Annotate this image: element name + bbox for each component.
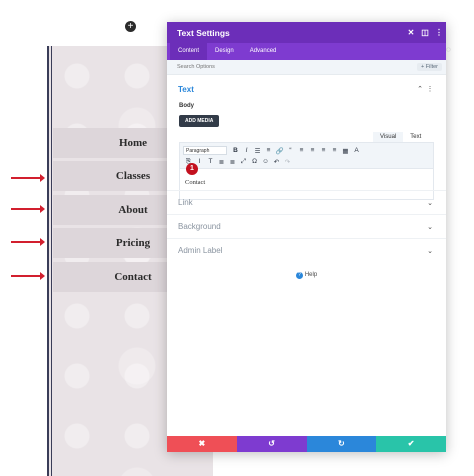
editor-mode-tabs: Visual Text (373, 132, 428, 142)
align-right-icon[interactable]: ≡ (318, 147, 329, 154)
panel-footer: ✖ ↺ ↻ ✔ (167, 436, 446, 452)
filter-button[interactable]: + Filter (417, 63, 442, 71)
format-select[interactable]: Paragraph (183, 146, 227, 155)
search-input[interactable] (177, 64, 418, 70)
text-settings-panel: Text Settings ✕ ◫ ⋮ Content Design Advan… (167, 22, 446, 452)
link-icon[interactable]: 🔗 (274, 147, 285, 155)
text-section-title: Text (178, 84, 194, 94)
add-media-button[interactable]: ADD MEDIA (179, 115, 220, 127)
outdent-icon[interactable]: ≣ (227, 158, 238, 166)
body-label: Body (179, 103, 194, 109)
fullscreen-icon[interactable]: ⤢ (238, 158, 249, 166)
text-color-icon[interactable]: A (351, 147, 362, 154)
indent-icon[interactable]: ≣ (216, 158, 227, 166)
undo-icon[interactable]: ↶ (271, 158, 282, 166)
tab-visual[interactable]: Visual (373, 132, 404, 142)
chevron-down-icon: ⌄ (427, 247, 433, 255)
tab-text[interactable]: Text (403, 132, 428, 142)
close-icon[interactable]: ✕ (404, 28, 418, 37)
page-border (47, 46, 49, 476)
help-icon: ? (295, 272, 303, 279)
editor-content[interactable]: Contact (180, 169, 433, 186)
redo-button[interactable]: ↻ (306, 436, 377, 452)
chevron-up-icon[interactable]: ⌃ (415, 85, 425, 93)
emoji-icon[interactable]: ☺ (260, 158, 271, 165)
chevron-down-icon: ⌄ (427, 199, 433, 207)
table-icon[interactable]: ▦ (340, 147, 351, 155)
admin-label-section-toggle[interactable]: Admin Label ⌄ (167, 238, 446, 262)
more-icon[interactable]: ⋮ (432, 28, 446, 37)
background-section-title: Background (178, 222, 221, 231)
text-section-header[interactable]: Text ⌃ ⋮ (167, 79, 446, 99)
discard-button[interactable]: ✖ (167, 436, 237, 452)
redo-icon[interactable]: ↷ (282, 158, 293, 166)
toolbar-row-1: Paragraph B I ☰ ≡ 🔗 “ ≡ ≡ ≡ ≡ ▦ A (183, 145, 430, 156)
panel-tabs: Content Design Advanced (167, 43, 446, 60)
numbered-list-icon[interactable]: ≡ (263, 147, 274, 154)
step-marker-badge: 1 (186, 163, 198, 175)
special-char-icon[interactable]: Ω (249, 158, 260, 165)
search-bar: + Filter (167, 60, 446, 75)
red-arrow-icon (11, 174, 45, 182)
red-arrow-icon (11, 238, 45, 246)
bullet-list-icon[interactable]: ☰ (252, 147, 263, 155)
red-arrow-icon (11, 205, 45, 213)
bold-icon[interactable]: B (230, 147, 241, 154)
help-label: Help (304, 272, 318, 278)
clear-format-icon[interactable]: T (205, 158, 216, 165)
link-section-title: Link (178, 198, 193, 207)
expand-icon[interactable]: ◫ (418, 28, 432, 37)
resize-handle-icon[interactable]: ◌ (446, 45, 454, 55)
tab-advanced[interactable]: Advanced (242, 43, 285, 60)
toolbar-row-2: ⎘ I T ≣ ≣ ⤢ Ω ☺ ↶ ↷ (183, 156, 430, 167)
admin-label-section-title: Admin Label (178, 246, 223, 255)
editor-toolbar: Paragraph B I ☰ ≡ 🔗 “ ≡ ≡ ≡ ≡ ▦ A ⎘ I T … (180, 143, 433, 169)
tab-design[interactable]: Design (207, 43, 242, 60)
help-link[interactable]: ? Help (167, 272, 446, 279)
panel-title: Text Settings (177, 27, 230, 38)
link-section-toggle[interactable]: Link ⌄ (167, 190, 446, 214)
panel-header: Text Settings ✕ ◫ ⋮ (167, 22, 446, 43)
align-justify-icon[interactable]: ≡ (329, 147, 340, 154)
italic-icon[interactable]: I (241, 147, 252, 154)
page-border-inner (51, 46, 52, 476)
more-icon[interactable]: ⋮ (425, 85, 435, 93)
quote-icon[interactable]: “ (285, 147, 296, 154)
builder-stage: + Home Classes About Pricing Contact ◌ T… (0, 0, 474, 476)
red-arrow-icon (11, 272, 45, 280)
align-left-icon[interactable]: ≡ (296, 147, 307, 154)
add-module-icon[interactable]: + (125, 21, 136, 32)
align-center-icon[interactable]: ≡ (307, 147, 318, 154)
chevron-down-icon: ⌄ (427, 223, 433, 231)
save-button[interactable]: ✔ (376, 436, 446, 452)
tab-content[interactable]: Content (170, 43, 208, 60)
undo-button[interactable]: ↺ (236, 436, 307, 452)
background-section-toggle[interactable]: Background ⌄ (167, 214, 446, 238)
